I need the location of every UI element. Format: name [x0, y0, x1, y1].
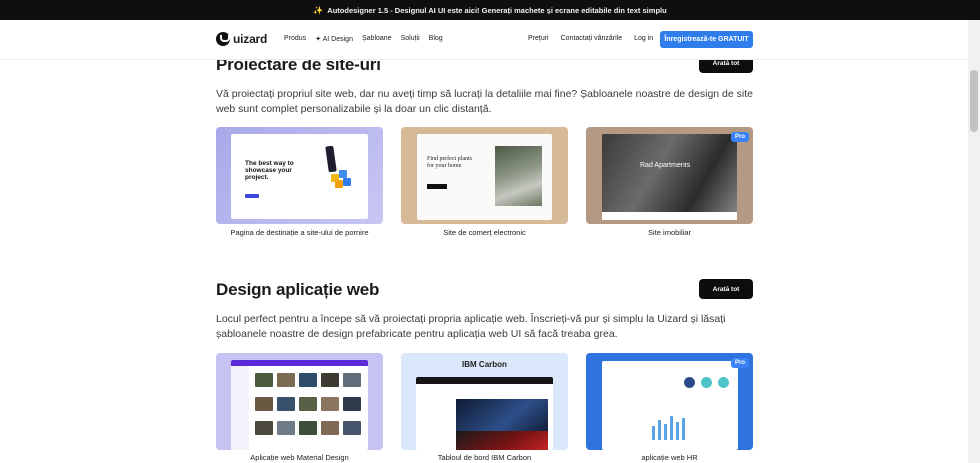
pro-badge: Pro — [730, 358, 749, 368]
template-label[interactable]: Site imobiliar — [586, 228, 753, 237]
nav-link-login[interactable]: Log in — [634, 35, 653, 42]
phone-illustration — [325, 145, 337, 173]
nav-link-blog[interactable]: Blog — [429, 35, 443, 43]
preview-footer-strip — [602, 212, 737, 220]
gallery-thumbnail — [255, 397, 273, 411]
gallery-thumbnail — [277, 397, 295, 411]
gallery-thumbnail — [299, 373, 317, 387]
template-card-material-design[interactable] — [216, 353, 383, 450]
nav-link-templates[interactable]: Șabloane — [362, 35, 392, 43]
gallery-thumbnail — [343, 397, 361, 411]
gallery-thumbnail — [321, 397, 339, 411]
template-preview — [231, 360, 368, 450]
chart-bar — [664, 424, 667, 440]
gallery-thumbnail — [299, 421, 317, 435]
template-preview — [416, 377, 553, 450]
preview-title: IBM Carbon — [462, 360, 507, 369]
uizard-logo-icon — [216, 32, 230, 46]
cube-illustration — [343, 178, 351, 186]
template-card-real-estate[interactable]: Rad Apartments Pro — [586, 127, 753, 224]
template-card-ibm-carbon[interactable]: IBM Carbon — [401, 353, 568, 450]
gallery-thumbnail — [343, 421, 361, 435]
preview-chart-image — [456, 431, 548, 450]
scrollbar-thumb[interactable] — [970, 70, 978, 132]
preview-headline: Rad Apartments — [640, 162, 691, 169]
signup-button[interactable]: Înregistrează-te GRATUIT — [660, 31, 753, 48]
see-all-web-apps-button[interactable]: Arată tot — [699, 279, 753, 299]
chart-bar — [658, 420, 661, 440]
sparkle-icon: ✦ — [315, 36, 323, 43]
template-preview: Rad Apartments — [602, 134, 737, 220]
template-label[interactable]: Aplicație web Material Design — [216, 453, 383, 462]
template-label[interactable]: Site de comerț electronic — [401, 228, 568, 237]
preview-button — [245, 194, 259, 198]
gallery-thumbnail — [321, 373, 339, 387]
template-preview: The best way to showcase your project. — [231, 134, 368, 219]
section-title-web-apps: Design aplicație web — [216, 280, 380, 299]
gallery-thumbnail — [255, 373, 273, 387]
top-navigation: uizard Produs ✦ AI Design Șabloane Soluț… — [0, 20, 968, 60]
preview-app-bar — [231, 360, 368, 366]
template-label[interactable]: Pagina de destinație a site-ului de porn… — [216, 228, 383, 237]
template-label[interactable]: aplicație web HR — [586, 453, 753, 462]
preview-headline: Find perfect plants for your home — [427, 156, 472, 169]
page: ✨ Autodesigner 1.5 - Designul AI UI este… — [0, 0, 980, 463]
chart-bar — [670, 416, 673, 440]
nav-link-contact-sales[interactable]: Contactați vânzările — [561, 35, 622, 42]
section-description-web-apps: Locul perfect pentru a începe să vă proi… — [216, 313, 726, 340]
chart-bar — [676, 422, 679, 440]
gallery-thumbnail — [321, 421, 339, 435]
pro-badge: Pro — [730, 132, 749, 142]
gallery-thumbnail — [277, 373, 295, 387]
avatar — [684, 377, 695, 388]
template-card-ecommerce[interactable]: Find perfect plants for your home — [401, 127, 568, 224]
nav-link-ai-design[interactable]: ✦ AI Design — [315, 35, 353, 43]
nav-link-ai-design-label: AI Design — [322, 36, 353, 43]
announcement-bar[interactable]: ✨ Autodesigner 1.5 - Designul AI UI este… — [0, 0, 980, 20]
cube-illustration — [335, 180, 343, 188]
logo[interactable]: uizard — [216, 32, 267, 46]
stat-icon — [701, 377, 712, 388]
logo-text: uizard — [233, 32, 268, 46]
preview-headline: The best way to showcase your project. — [245, 160, 294, 181]
gallery-thumbnail — [277, 421, 295, 435]
chart-bar — [682, 418, 685, 440]
nav-link-solutions[interactable]: Soluții — [401, 35, 420, 43]
template-label[interactable]: Tabloul de bord IBM Carbon — [401, 453, 568, 462]
plant-photo — [495, 146, 542, 206]
nav-link-product[interactable]: Produs — [284, 35, 306, 43]
nav-links: Produs ✦ AI Design Șabloane Soluții Blog — [284, 35, 443, 43]
section-description-websites: Vă proiectați propriul site web, dar nu … — [216, 88, 753, 115]
cube-illustration — [339, 170, 347, 178]
sparkle-icon: ✨ — [313, 5, 324, 15]
preview-button — [427, 184, 447, 189]
chart-bar — [652, 426, 655, 440]
template-preview: Find perfect plants for your home — [417, 134, 552, 220]
announcement-text[interactable]: Autodesigner 1.5 - Designul AI UI este a… — [327, 6, 666, 15]
preview-sidebar — [231, 366, 249, 450]
template-card-hr-app[interactable]: Pro — [586, 353, 753, 450]
preview-header-bar — [416, 377, 553, 384]
gallery-thumbnail — [299, 397, 317, 411]
stat-icon — [718, 377, 729, 388]
gallery-thumbnail — [343, 373, 361, 387]
template-preview — [602, 361, 738, 450]
template-card-startup-landing[interactable]: The best way to showcase your project. — [216, 127, 383, 224]
scrollbar[interactable] — [968, 20, 980, 463]
nav-right-links: Prețuri Contactați vânzările Log in — [528, 35, 653, 42]
nav-link-pricing[interactable]: Prețuri — [528, 35, 549, 42]
gallery-thumbnail — [255, 421, 273, 435]
